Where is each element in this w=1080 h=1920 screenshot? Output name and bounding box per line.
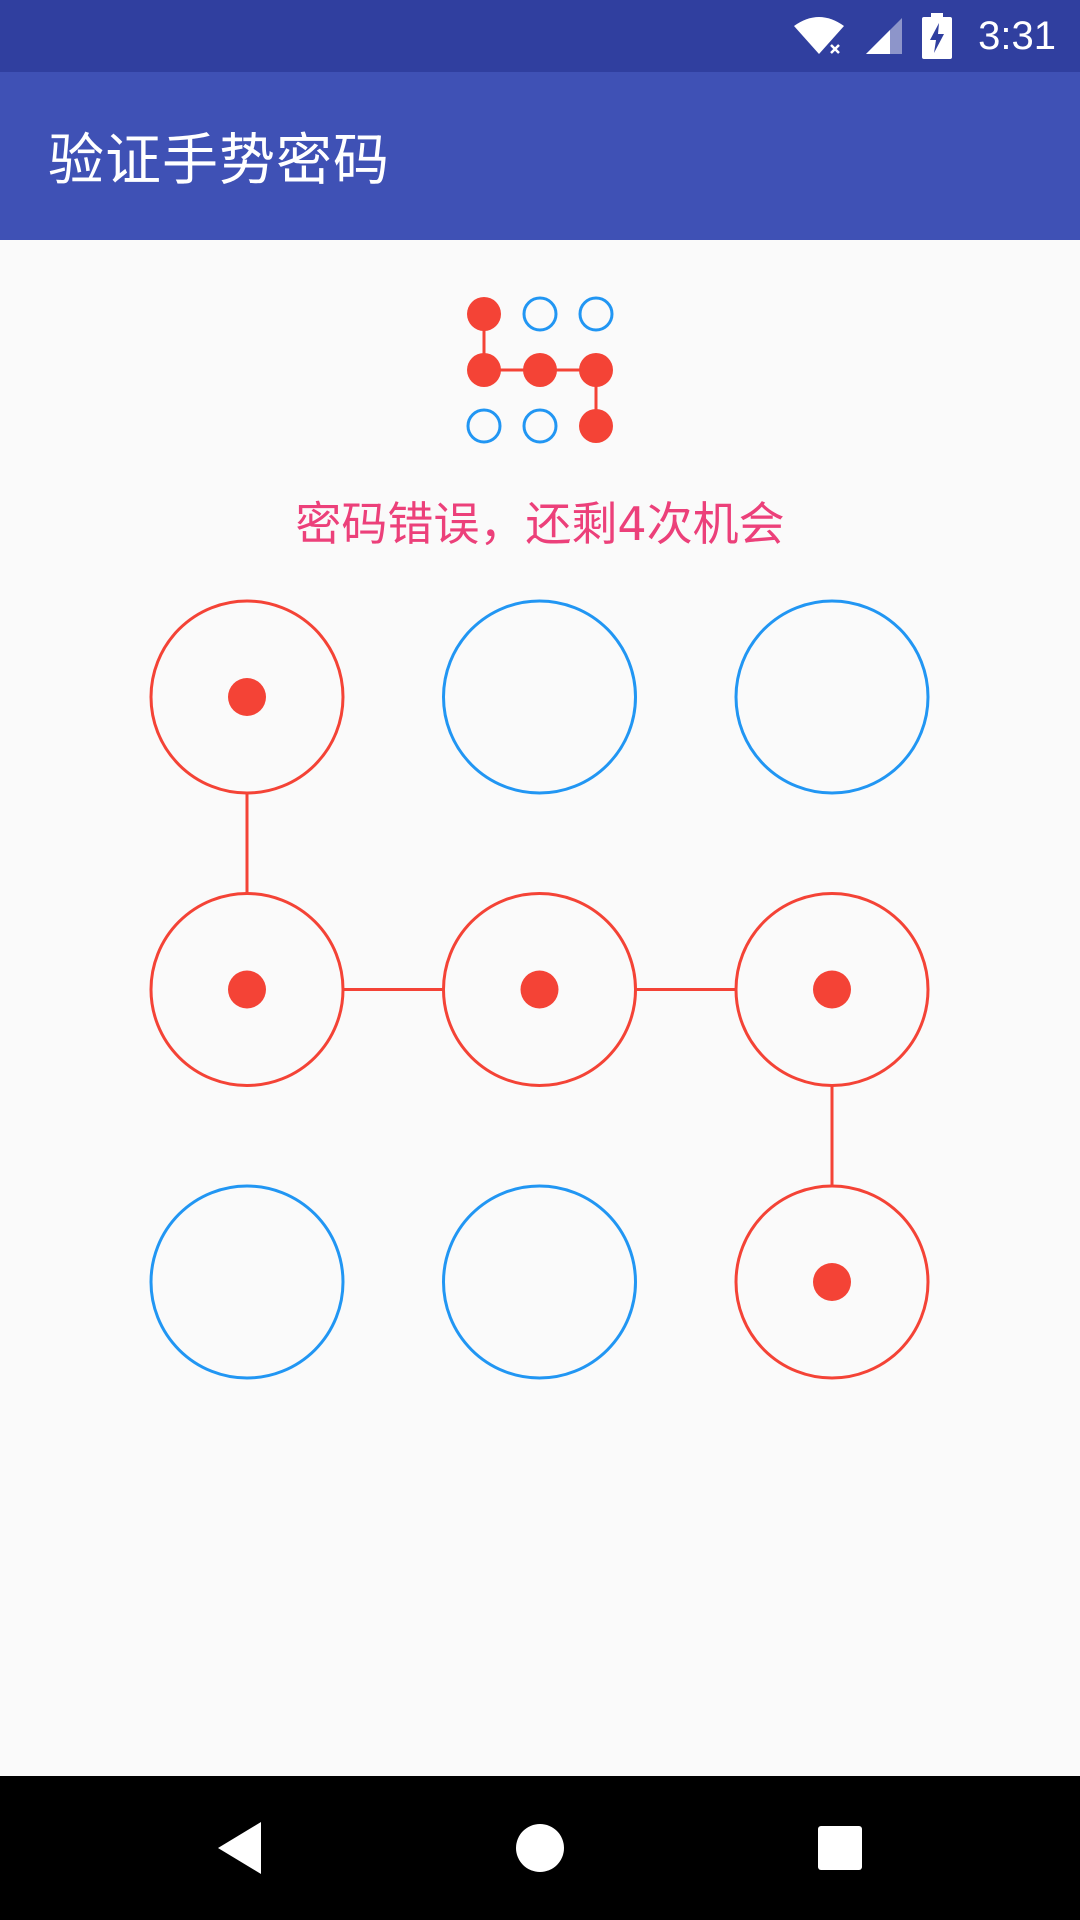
status-bar: 3:31 [0, 0, 1080, 72]
preview-dot [522, 408, 558, 444]
error-message: 密码错误，还剩4次机会 [295, 497, 785, 551]
pattern-node-3[interactable] [734, 599, 930, 795]
home-icon[interactable] [516, 1824, 564, 1872]
pattern-node-dot [520, 970, 559, 1009]
wifi-no-internet-icon [792, 16, 846, 56]
screen: 3:31 验证手势密码 密码错误，还剩4次机会 [0, 0, 1080, 1920]
pattern-node-1[interactable] [149, 599, 345, 795]
preview-dot [466, 408, 502, 444]
cellular-signal-icon [864, 16, 904, 56]
pattern-node-ring [734, 599, 930, 795]
pattern-node-8[interactable] [442, 1184, 637, 1380]
preview-dot-selected [467, 353, 501, 387]
pattern-node-7[interactable] [149, 1184, 345, 1380]
pattern-node-ring [442, 1184, 637, 1380]
pattern-node-ring [149, 1184, 345, 1380]
pattern-node-dot [813, 970, 851, 1009]
pattern-node-6[interactable] [734, 892, 930, 1087]
pattern-node-5[interactable] [442, 892, 637, 1087]
pattern-preview [466, 296, 614, 444]
recents-icon[interactable] [818, 1826, 862, 1870]
battery-charging-icon [922, 13, 953, 59]
status-time: 3:31 [978, 13, 1056, 58]
status-icons: 3:31 [792, 0, 1056, 72]
pattern-node-dot [228, 678, 266, 716]
pattern-node-dot [813, 1263, 851, 1301]
preview-dot [522, 296, 558, 332]
app-bar-title: 验证手势密码 [48, 128, 390, 194]
preview-dot-selected [467, 297, 501, 331]
back-icon[interactable] [218, 1822, 261, 1874]
preview-dot [578, 296, 614, 332]
preview-dot-selected [523, 353, 557, 387]
pattern-node-2[interactable] [442, 599, 637, 795]
preview-dot-selected [579, 409, 613, 443]
preview-dot-selected [579, 353, 613, 387]
pattern-node-ring [442, 599, 637, 795]
app-bar: 验证手势密码 [0, 72, 1080, 240]
pattern-node-4[interactable] [149, 892, 345, 1087]
navigation-bar [0, 1776, 1080, 1920]
pattern-node-dot [228, 970, 266, 1009]
pattern-node-9[interactable] [734, 1184, 930, 1380]
pattern-lock-grid[interactable] [140, 590, 940, 1390]
